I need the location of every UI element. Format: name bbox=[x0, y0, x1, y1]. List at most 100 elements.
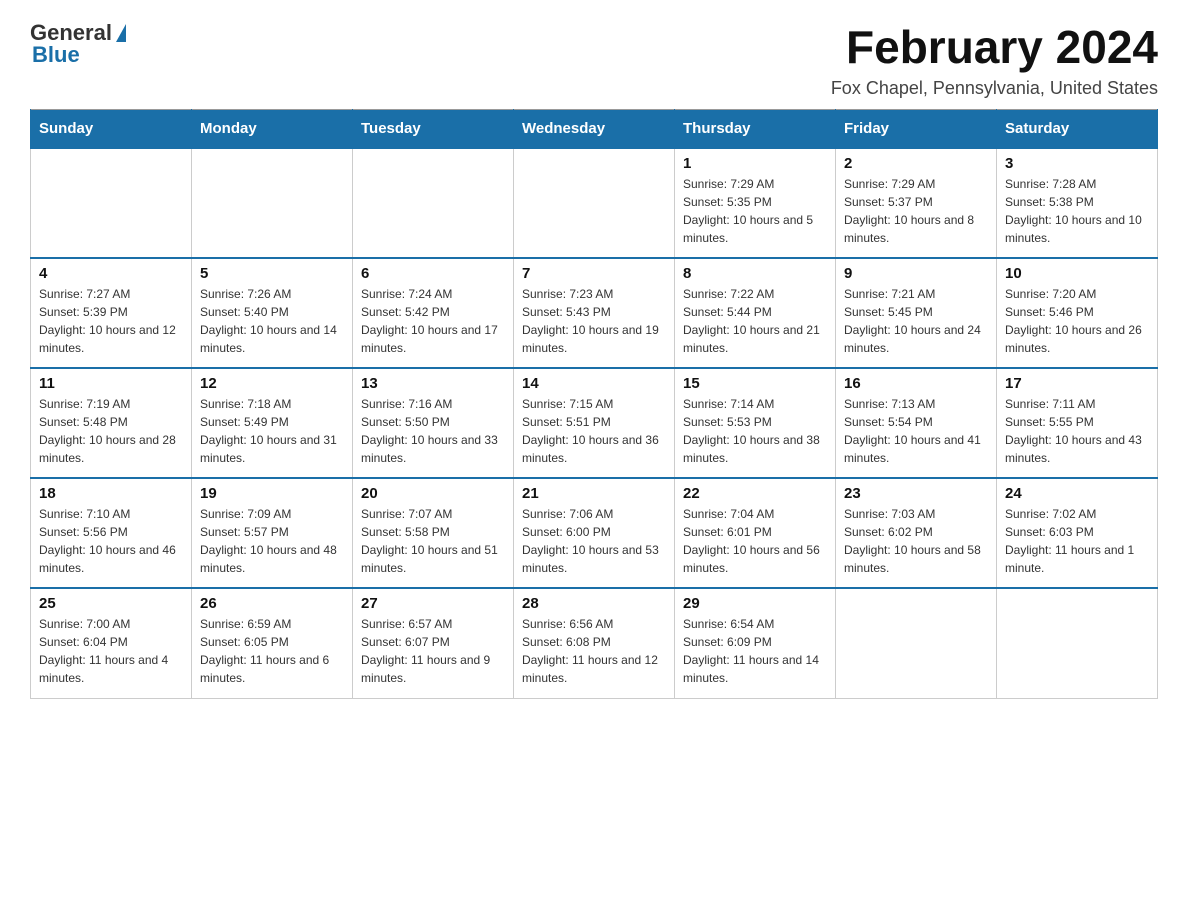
day-number: 2 bbox=[844, 155, 988, 172]
col-header-tuesday: Tuesday bbox=[353, 110, 514, 149]
day-number: 13 bbox=[361, 375, 505, 392]
calendar-table: SundayMondayTuesdayWednesdayThursdayFrid… bbox=[30, 109, 1158, 699]
calendar-cell bbox=[514, 148, 675, 258]
day-number: 11 bbox=[39, 375, 183, 392]
calendar-cell: 10Sunrise: 7:20 AM Sunset: 5:46 PM Dayli… bbox=[997, 258, 1158, 368]
calendar-cell: 12Sunrise: 7:18 AM Sunset: 5:49 PM Dayli… bbox=[192, 368, 353, 478]
day-info: Sunrise: 7:10 AM Sunset: 5:56 PM Dayligh… bbox=[39, 505, 183, 577]
calendar-cell: 7Sunrise: 7:23 AM Sunset: 5:43 PM Daylig… bbox=[514, 258, 675, 368]
day-info: Sunrise: 6:57 AM Sunset: 6:07 PM Dayligh… bbox=[361, 615, 505, 687]
week-row-4: 18 Sunrise: 7:10 AM Sunset: 5:56 PM Dayli… bbox=[31, 478, 1158, 588]
title-area: February 2024 Fox Chapel, Pennsylvania, … bbox=[831, 20, 1158, 99]
day-info: Sunrise: 7:09 AM Sunset: 5:57 PM Dayligh… bbox=[200, 505, 344, 577]
col-header-wednesday: Wednesday bbox=[514, 110, 675, 149]
calendar-cell: 6 Sunrise: 7:24 AM Sunset: 5:42 PM Daylig… bbox=[353, 258, 514, 368]
day-number: 25 bbox=[39, 595, 183, 612]
calendar-cell bbox=[31, 148, 192, 258]
day-info: Sunrise: 7:29 AM Sunset: 5:35 PM Dayligh… bbox=[683, 175, 827, 247]
day-number: 8 bbox=[683, 265, 827, 282]
calendar-cell: 23 Sunrise: 7:03 AM Sunset: 6:02 PM Dayli… bbox=[836, 478, 997, 588]
day-info: Sunrise: 7:07 AM Sunset: 5:58 PM Dayligh… bbox=[361, 505, 505, 577]
page-header: General Blue February 2024 Fox Chapel, P… bbox=[30, 20, 1158, 99]
week-row-1: 1 Sunrise: 7:29 AM Sunset: 5:35 PM Daylig… bbox=[31, 148, 1158, 258]
day-number: 27 bbox=[361, 595, 505, 612]
col-header-monday: Monday bbox=[192, 110, 353, 149]
day-number: 9 bbox=[844, 265, 988, 282]
day-number: 3 bbox=[1005, 155, 1149, 172]
calendar-cell: 8 Sunrise: 7:22 AM Sunset: 5:44 PM Daylig… bbox=[675, 258, 836, 368]
calendar-cell: 16 Sunrise: 7:13 AM Sunset: 5:54 PM Dayli… bbox=[836, 368, 997, 478]
day-info: Sunrise: 7:23 AM Sunset: 5:43 PM Dayligh… bbox=[522, 285, 666, 357]
calendar-cell: 28 Sunrise: 6:56 AM Sunset: 6:08 PM Dayli… bbox=[514, 588, 675, 698]
calendar-cell: 27 Sunrise: 6:57 AM Sunset: 6:07 PM Dayli… bbox=[353, 588, 514, 698]
day-number: 10 bbox=[1005, 265, 1149, 282]
day-info: Sunrise: 7:06 AM Sunset: 6:00 PM Dayligh… bbox=[522, 505, 666, 577]
col-header-sunday: Sunday bbox=[31, 110, 192, 149]
day-number: 15 bbox=[683, 375, 827, 392]
day-number: 14 bbox=[522, 375, 666, 392]
calendar-cell bbox=[997, 588, 1158, 698]
day-info: Sunrise: 7:26 AM Sunset: 5:40 PM Dayligh… bbox=[200, 285, 344, 357]
day-info: Sunrise: 7:00 AM Sunset: 6:04 PM Dayligh… bbox=[39, 615, 183, 687]
day-number: 21 bbox=[522, 485, 666, 502]
calendar-cell: 14 Sunrise: 7:15 AM Sunset: 5:51 PM Dayli… bbox=[514, 368, 675, 478]
location-text: Fox Chapel, Pennsylvania, United States bbox=[831, 78, 1158, 99]
calendar-cell bbox=[353, 148, 514, 258]
day-info: Sunrise: 7:19 AM Sunset: 5:48 PM Dayligh… bbox=[39, 395, 183, 467]
day-number: 19 bbox=[200, 485, 344, 502]
calendar-cell: 15 Sunrise: 7:14 AM Sunset: 5:53 PM Dayli… bbox=[675, 368, 836, 478]
day-number: 22 bbox=[683, 485, 827, 502]
day-info: Sunrise: 7:14 AM Sunset: 5:53 PM Dayligh… bbox=[683, 395, 827, 467]
calendar-cell: 22Sunrise: 7:04 AM Sunset: 6:01 PM Dayli… bbox=[675, 478, 836, 588]
logo: General Blue bbox=[30, 20, 126, 68]
day-info: Sunrise: 7:11 AM Sunset: 5:55 PM Dayligh… bbox=[1005, 395, 1149, 467]
day-number: 20 bbox=[361, 485, 505, 502]
day-number: 24 bbox=[1005, 485, 1149, 502]
calendar-cell: 3 Sunrise: 7:28 AM Sunset: 5:38 PM Daylig… bbox=[997, 148, 1158, 258]
calendar-cell bbox=[836, 588, 997, 698]
day-number: 4 bbox=[39, 265, 183, 282]
day-number: 16 bbox=[844, 375, 988, 392]
calendar-cell: 13Sunrise: 7:16 AM Sunset: 5:50 PM Dayli… bbox=[353, 368, 514, 478]
calendar-cell: 2Sunrise: 7:29 AM Sunset: 5:37 PM Daylig… bbox=[836, 148, 997, 258]
col-header-thursday: Thursday bbox=[675, 110, 836, 149]
day-info: Sunrise: 7:21 AM Sunset: 5:45 PM Dayligh… bbox=[844, 285, 988, 357]
day-number: 5 bbox=[200, 265, 344, 282]
calendar-cell: 26Sunrise: 6:59 AM Sunset: 6:05 PM Dayli… bbox=[192, 588, 353, 698]
week-row-5: 25 Sunrise: 7:00 AM Sunset: 6:04 PM Dayli… bbox=[31, 588, 1158, 698]
calendar-cell: 5 Sunrise: 7:26 AM Sunset: 5:40 PM Daylig… bbox=[192, 258, 353, 368]
day-number: 17 bbox=[1005, 375, 1149, 392]
calendar-cell: 17 Sunrise: 7:11 AM Sunset: 5:55 PM Dayli… bbox=[997, 368, 1158, 478]
day-info: Sunrise: 7:18 AM Sunset: 5:49 PM Dayligh… bbox=[200, 395, 344, 467]
day-info: Sunrise: 7:02 AM Sunset: 6:03 PM Dayligh… bbox=[1005, 505, 1149, 577]
week-row-2: 4 Sunrise: 7:27 AM Sunset: 5:39 PM Daylig… bbox=[31, 258, 1158, 368]
calendar-cell bbox=[192, 148, 353, 258]
calendar-cell: 21 Sunrise: 7:06 AM Sunset: 6:00 PM Dayli… bbox=[514, 478, 675, 588]
day-info: Sunrise: 6:56 AM Sunset: 6:08 PM Dayligh… bbox=[522, 615, 666, 687]
calendar-cell: 9 Sunrise: 7:21 AM Sunset: 5:45 PM Daylig… bbox=[836, 258, 997, 368]
day-number: 6 bbox=[361, 265, 505, 282]
day-number: 1 bbox=[683, 155, 827, 172]
calendar-cell: 18 Sunrise: 7:10 AM Sunset: 5:56 PM Dayli… bbox=[31, 478, 192, 588]
day-info: Sunrise: 7:28 AM Sunset: 5:38 PM Dayligh… bbox=[1005, 175, 1149, 247]
calendar-cell: 11 Sunrise: 7:19 AM Sunset: 5:48 PM Dayli… bbox=[31, 368, 192, 478]
day-info: Sunrise: 7:27 AM Sunset: 5:39 PM Dayligh… bbox=[39, 285, 183, 357]
day-info: Sunrise: 7:03 AM Sunset: 6:02 PM Dayligh… bbox=[844, 505, 988, 577]
calendar-cell: 20 Sunrise: 7:07 AM Sunset: 5:58 PM Dayli… bbox=[353, 478, 514, 588]
day-info: Sunrise: 7:13 AM Sunset: 5:54 PM Dayligh… bbox=[844, 395, 988, 467]
day-info: Sunrise: 7:24 AM Sunset: 5:42 PM Dayligh… bbox=[361, 285, 505, 357]
day-number: 28 bbox=[522, 595, 666, 612]
calendar-cell: 29Sunrise: 6:54 AM Sunset: 6:09 PM Dayli… bbox=[675, 588, 836, 698]
calendar-cell: 4 Sunrise: 7:27 AM Sunset: 5:39 PM Daylig… bbox=[31, 258, 192, 368]
calendar-cell: 24 Sunrise: 7:02 AM Sunset: 6:03 PM Dayli… bbox=[997, 478, 1158, 588]
calendar-header-row: SundayMondayTuesdayWednesdayThursdayFrid… bbox=[31, 110, 1158, 149]
day-info: Sunrise: 7:15 AM Sunset: 5:51 PM Dayligh… bbox=[522, 395, 666, 467]
day-number: 18 bbox=[39, 485, 183, 502]
day-info: Sunrise: 7:22 AM Sunset: 5:44 PM Dayligh… bbox=[683, 285, 827, 357]
day-info: Sunrise: 6:54 AM Sunset: 6:09 PM Dayligh… bbox=[683, 615, 827, 687]
day-number: 23 bbox=[844, 485, 988, 502]
calendar-cell: 25 Sunrise: 7:00 AM Sunset: 6:04 PM Dayli… bbox=[31, 588, 192, 698]
week-row-3: 11 Sunrise: 7:19 AM Sunset: 5:48 PM Dayli… bbox=[31, 368, 1158, 478]
calendar-cell: 1 Sunrise: 7:29 AM Sunset: 5:35 PM Daylig… bbox=[675, 148, 836, 258]
month-title: February 2024 bbox=[831, 20, 1158, 74]
